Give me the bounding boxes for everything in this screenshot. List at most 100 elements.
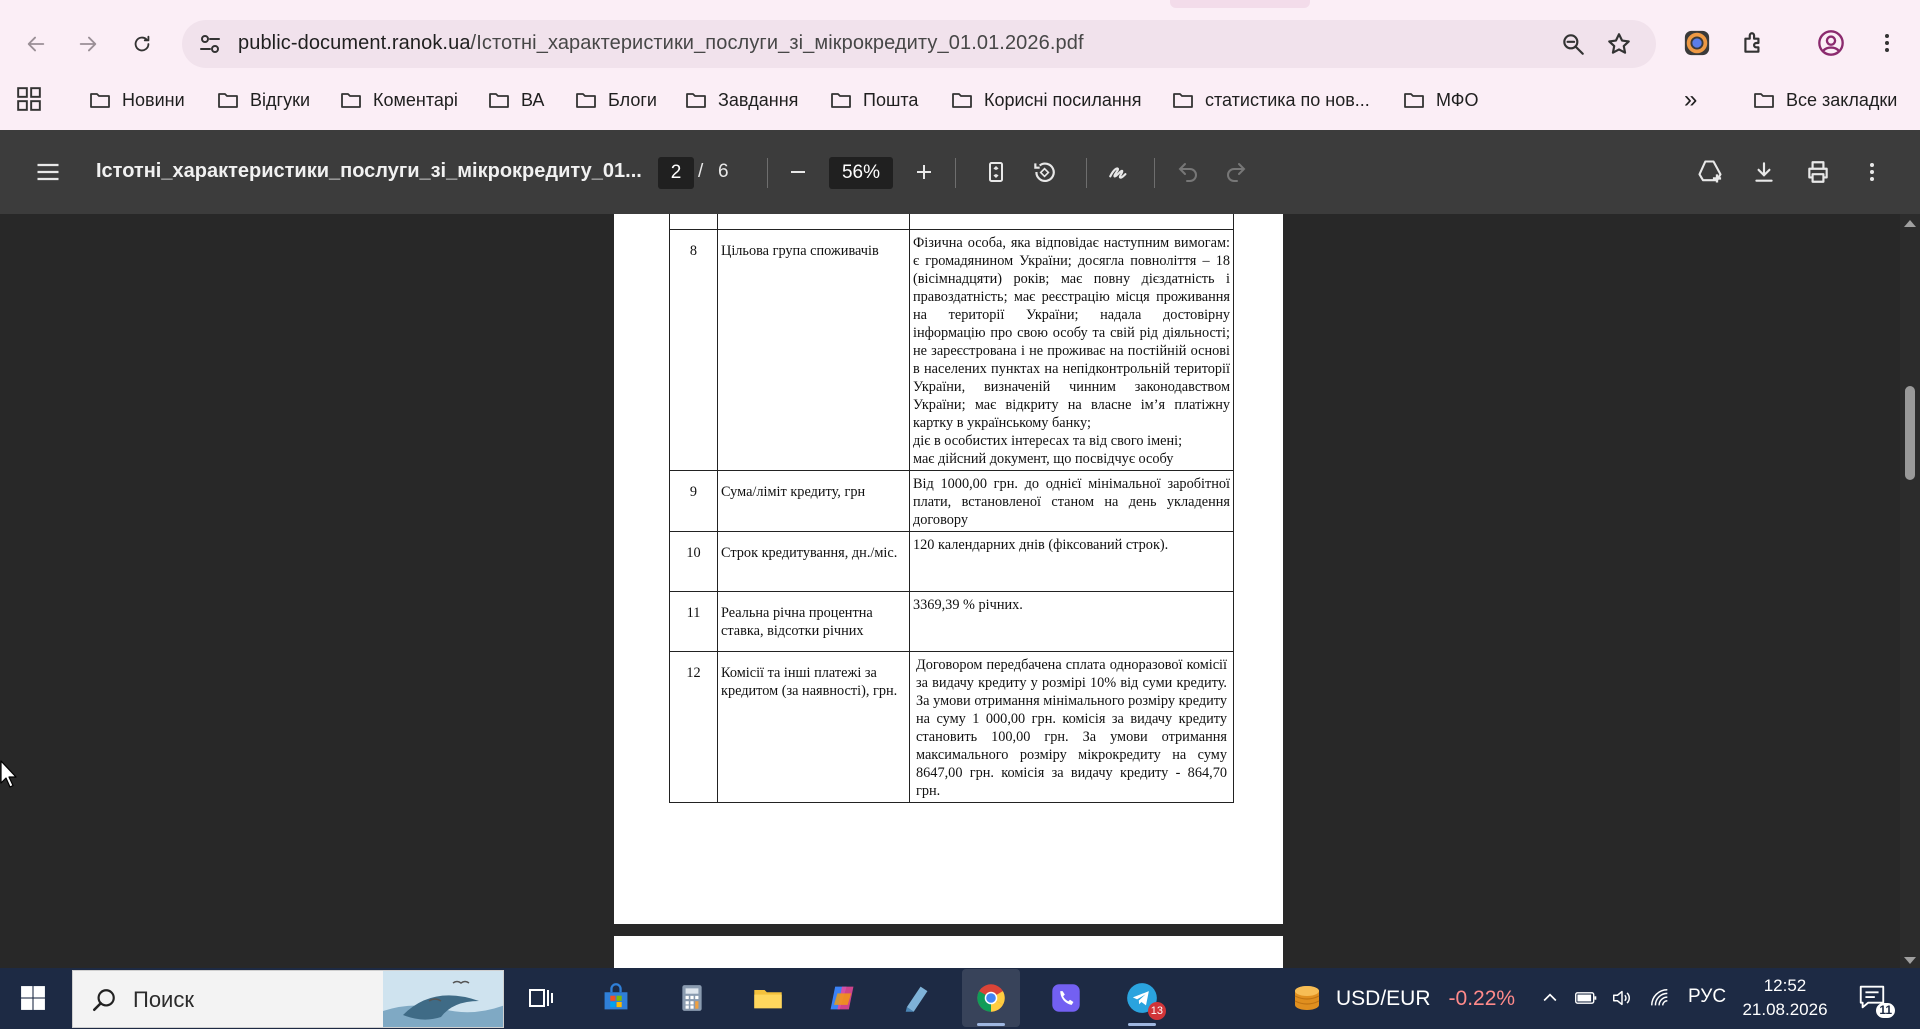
folder-icon <box>754 990 782 1009</box>
task-view-button[interactable] <box>520 978 560 1018</box>
table-row: 8 Цільова група споживачів Фізична особа… <box>669 228 1234 471</box>
hamburger-menu-icon[interactable] <box>34 158 62 186</box>
bookmark-folder[interactable]: Завдання <box>684 82 798 118</box>
tray-overflow-button[interactable] <box>1538 987 1562 1009</box>
save-to-drive-button[interactable] <box>1696 158 1724 186</box>
value-paragraph: Фізична особа, яка відповідає наступним … <box>913 234 1230 431</box>
calculator-app[interactable] <box>672 978 712 1018</box>
telegram-app[interactable]: 13 <box>1122 978 1166 1026</box>
bookmark-star-icon[interactable] <box>1606 31 1632 57</box>
bookmark-label: Пошта <box>863 89 919 110</box>
minus-icon <box>791 171 805 173</box>
table-row-partial <box>669 214 1234 230</box>
network-button[interactable] <box>1648 987 1672 1009</box>
folder-icon <box>1404 93 1424 108</box>
fit-page-button[interactable] <box>982 158 1010 186</box>
row-value: Від 1000,00 грн. до однієї мінімальної з… <box>909 469 1234 532</box>
folder-icon <box>952 93 972 108</box>
zoom-level-input[interactable]: 56% <box>829 157 893 189</box>
file-explorer-app[interactable] <box>748 978 788 1018</box>
battery-button[interactable] <box>1574 987 1598 1009</box>
undo-button[interactable] <box>1174 158 1202 186</box>
notes-icon <box>905 986 928 1012</box>
input-language-indicator[interactable]: РУС <box>1688 986 1726 1008</box>
profile-button[interactable] <box>1816 28 1846 58</box>
divider <box>955 158 956 188</box>
print-icon <box>1808 161 1828 183</box>
all-bookmarks-folder[interactable]: Все закладки <box>1752 82 1897 118</box>
address-bar[interactable]: public-document.ranok.ua/Істотні_характе… <box>182 20 1656 68</box>
bookmark-folder[interactable]: Корисні посилання <box>950 82 1141 118</box>
bookmark-folder[interactable]: Відгуки <box>216 82 310 118</box>
value-paragraph: Від 1000,00 грн. до однієї мінімальної з… <box>913 475 1230 528</box>
extensions-button[interactable] <box>1738 28 1768 58</box>
notes-app[interactable] <box>896 978 936 1018</box>
table-row: 12 Комісії та інші платежі за кредитом (… <box>669 650 1234 803</box>
coins-icon <box>1294 986 1320 1010</box>
row-label: Строк кредитування, дн./міс. <box>717 530 910 592</box>
download-button[interactable] <box>1750 158 1778 186</box>
bookmark-label: Все закладки <box>1786 89 1898 110</box>
reload-button[interactable] <box>124 26 160 62</box>
zoom-icon[interactable] <box>1560 31 1586 57</box>
color-extension-button[interactable] <box>1682 28 1712 58</box>
bookmark-folder[interactable]: МФО <box>1402 82 1478 118</box>
tab-edge[interactable] <box>1170 0 1310 8</box>
table-cell <box>717 214 910 230</box>
plus-icon <box>917 165 931 179</box>
zoom-in-button[interactable] <box>910 158 938 186</box>
scroll-down-arrow-icon[interactable] <box>1904 957 1916 964</box>
rotate-button[interactable] <box>1030 158 1058 186</box>
zoom-out-button[interactable] <box>784 158 812 186</box>
taskbar-search-box[interactable]: Поиск <box>72 970 504 1028</box>
document-title: Істотні_характеристики_послуги_зі_мікрок… <box>96 160 642 182</box>
fit-to-page-icon <box>989 162 1003 182</box>
forward-icon <box>79 36 97 52</box>
bookmark-folder[interactable]: Блоги <box>574 82 657 118</box>
tab-strip <box>0 0 1920 8</box>
vertical-scrollbar[interactable] <box>1900 214 1920 968</box>
back-button[interactable] <box>18 26 54 62</box>
search-icon <box>92 989 115 1012</box>
chevron-up-icon <box>1543 993 1557 1002</box>
bookmark-label: Новини <box>122 89 185 110</box>
scroll-up-arrow-icon[interactable] <box>1904 220 1916 227</box>
windows-taskbar: Поиск 13 USD/EUR -0.22% РУС 12:52 21.08.… <box>0 968 1920 1029</box>
site-info-icon[interactable] <box>198 32 222 56</box>
pdf-more-button[interactable] <box>1858 158 1886 186</box>
annotate-button[interactable] <box>1106 158 1134 186</box>
url-text[interactable]: public-document.ranok.ua/Істотні_характе… <box>238 32 1084 55</box>
reload-icon <box>134 35 150 52</box>
scrollbar-thumb[interactable] <box>1905 386 1915 480</box>
value-paragraph: діє в особистих інтересах та від свого і… <box>913 432 1183 449</box>
bookmark-label: Корисні посилання <box>984 89 1142 110</box>
value-paragraph: 3369,39 % річних. <box>913 596 1023 613</box>
redo-button[interactable] <box>1222 158 1250 186</box>
extensions-icon <box>1744 32 1760 53</box>
chrome-menu-button[interactable] <box>1872 28 1902 58</box>
bookmarks-overflow-button[interactable]: » <box>1684 82 1697 118</box>
chrome-app[interactable] <box>971 978 1011 1026</box>
currency-widget[interactable]: USD/EUR -0.22% <box>1290 982 1515 1016</box>
bookmark-folder[interactable]: статистика по нов... <box>1171 82 1370 118</box>
viber-app[interactable] <box>1046 978 1086 1018</box>
wifi-icon <box>1651 989 1668 1006</box>
row-number: 11 <box>669 590 718 652</box>
bookmark-folder[interactable]: Новини <box>88 82 185 118</box>
bookmark-folder[interactable]: ВА <box>487 82 544 118</box>
notifications-button[interactable]: 11 <box>1857 982 1895 1018</box>
volume-button[interactable] <box>1610 987 1634 1009</box>
print-button[interactable] <box>1804 158 1832 186</box>
microsoft-store-app[interactable] <box>596 978 636 1018</box>
bookmark-folder[interactable]: Пошта <box>829 82 918 118</box>
speaker-icon <box>1613 990 1630 1006</box>
folder-icon <box>341 93 361 108</box>
page-number-input[interactable]: 2 <box>658 157 694 189</box>
system-clock[interactable]: 12:52 21.08.2026 <box>1740 974 1830 1022</box>
copilot-app[interactable] <box>822 978 862 1018</box>
bookmark-folder[interactable]: Коментарі <box>339 82 458 118</box>
pdf-viewer[interactable]: 8 Цільова група споживачів Фізична особа… <box>0 214 1920 968</box>
forward-button[interactable] <box>70 26 106 62</box>
search-placeholder: Поиск <box>133 987 194 1012</box>
windows-start-icon[interactable] <box>20 985 46 1011</box>
